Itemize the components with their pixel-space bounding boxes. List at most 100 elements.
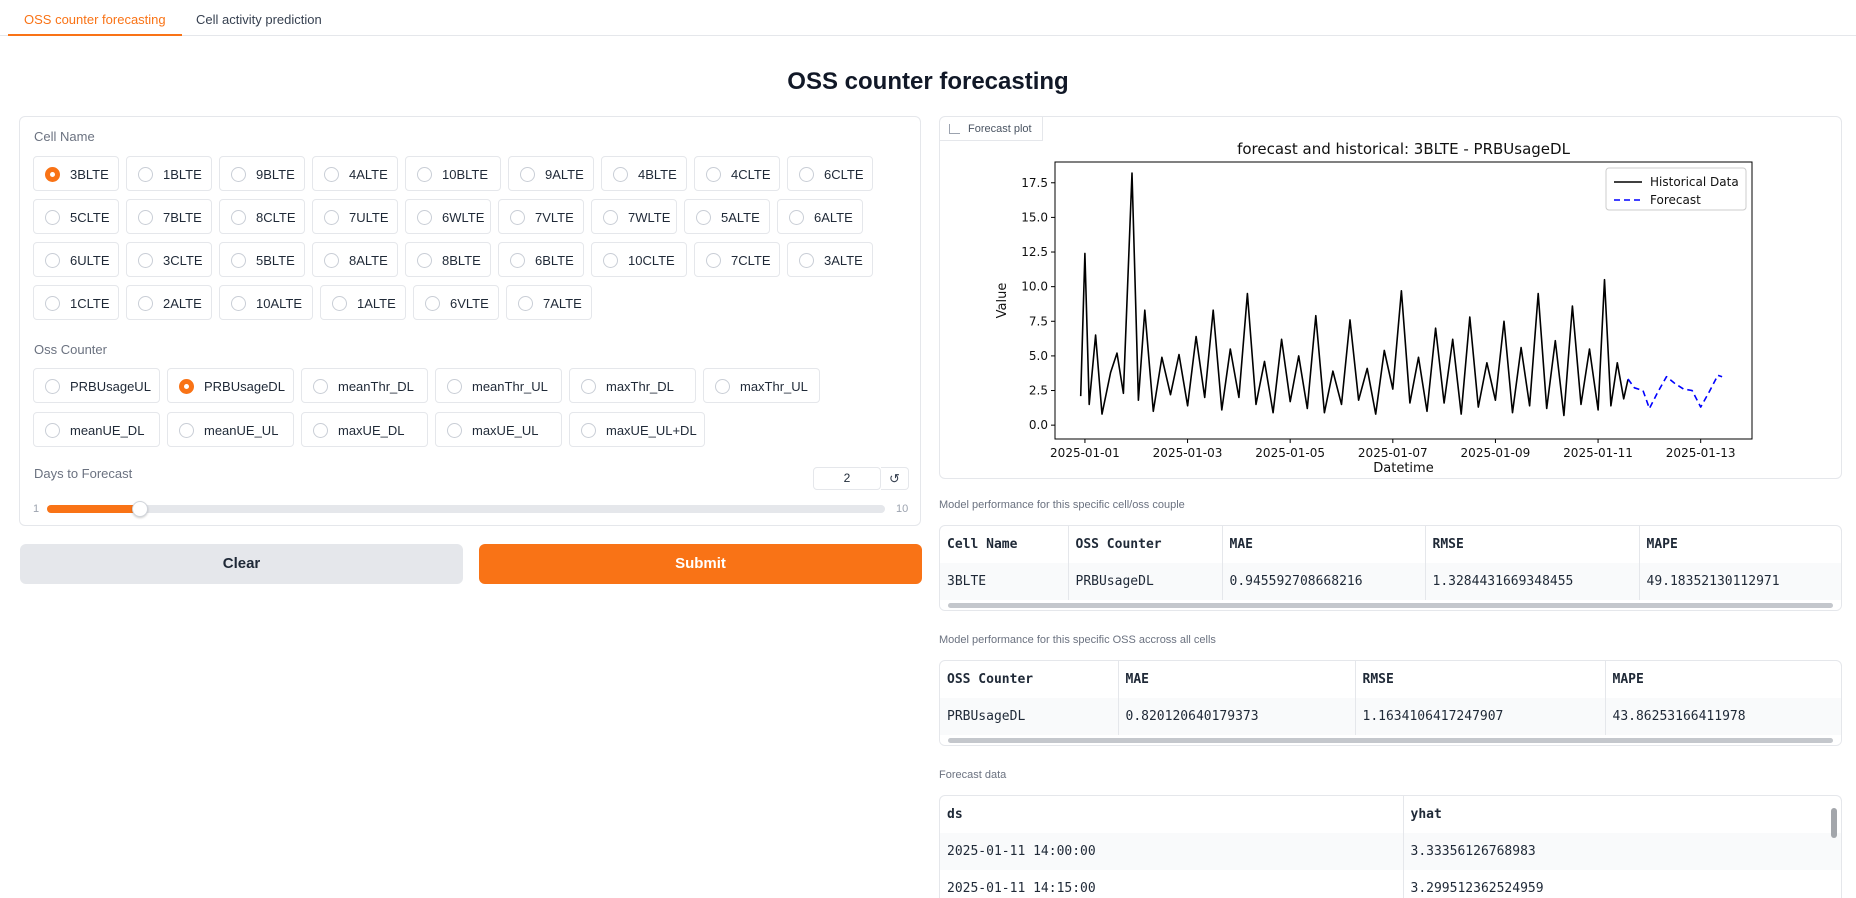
radio-circle[interactable] — [417, 210, 432, 225]
column-header[interactable]: OSS Counter — [940, 661, 1119, 698]
radio-circle[interactable] — [706, 253, 721, 268]
oss-counter-radio-maxthr-ul[interactable]: maxThr_UL — [703, 368, 820, 403]
cell-name-radio-5blte[interactable]: 5BLTE — [219, 242, 305, 277]
days-to-forecast-slider[interactable] — [47, 501, 885, 517]
oss-counter-radio-meanthr-ul[interactable]: meanThr_UL — [435, 368, 562, 403]
clear-button[interactable]: Clear — [20, 544, 463, 584]
cell-name-radio-6blte[interactable]: 6BLTE — [498, 242, 584, 277]
cell-name-radio-4alte[interactable]: 4ALTE — [312, 156, 398, 191]
radio-circle[interactable] — [332, 296, 347, 311]
table-cell[interactable]: 3BLTE — [940, 563, 1069, 600]
table-cell[interactable]: 0.945592708668216 — [1222, 563, 1426, 600]
radio-circle[interactable] — [231, 296, 246, 311]
cell-name-radio-6wlte[interactable]: 6WLTE — [405, 199, 491, 234]
radio-circle[interactable] — [179, 423, 194, 438]
cell-name-radio-7clte[interactable]: 7CLTE — [694, 242, 780, 277]
cell-name-radio-10clte[interactable]: 10CLTE — [591, 242, 687, 277]
column-header[interactable]: ds — [940, 796, 1404, 833]
cell-name-radio-8blte[interactable]: 8BLTE — [405, 242, 491, 277]
cell-name-radio-7vlte[interactable]: 7VLTE — [498, 199, 584, 234]
radio-circle[interactable] — [425, 296, 440, 311]
cell-name-radio-6alte[interactable]: 6ALTE — [777, 199, 863, 234]
table-cell[interactable]: 3.33356126768983 — [1403, 833, 1841, 870]
oss-counter-radio-prbusageul[interactable]: PRBUsageUL — [33, 368, 160, 403]
column-header[interactable]: RMSE — [1425, 526, 1640, 563]
cell-name-radio-3clte[interactable]: 3CLTE — [126, 242, 212, 277]
radio-circle[interactable] — [581, 379, 596, 394]
oss-counter-radio-maxue-ul-dl[interactable]: maxUE_UL+DL — [569, 412, 705, 447]
horizontal-scrollbar[interactable] — [940, 600, 1841, 610]
table-cell[interactable]: 43.86253166411978 — [1605, 698, 1841, 735]
oss-counter-radio-meanthr-dl[interactable]: meanThr_DL — [301, 368, 428, 403]
radio-circle[interactable] — [520, 167, 535, 182]
cell-name-radio-7blte[interactable]: 7BLTE — [126, 199, 212, 234]
horizontal-scrollbar[interactable] — [940, 735, 1841, 745]
reset-icon[interactable]: ↺ — [881, 467, 909, 490]
table-cell[interactable]: 1.1634106417247907 — [1355, 698, 1606, 735]
radio-circle[interactable] — [138, 210, 153, 225]
slider-thumb[interactable] — [132, 501, 149, 517]
radio-circle[interactable] — [324, 253, 339, 268]
table-cell[interactable]: 3.299512362524959 — [1403, 870, 1841, 898]
cell-name-radio-10alte[interactable]: 10ALTE — [219, 285, 313, 320]
radio-circle[interactable] — [799, 167, 814, 182]
cell-name-radio-5clte[interactable]: 5CLTE — [33, 199, 119, 234]
cell-name-radio-3alte[interactable]: 3ALTE — [787, 242, 873, 277]
cell-name-radio-6clte[interactable]: 6CLTE — [787, 156, 873, 191]
tab-oss-counter-forecasting[interactable]: OSS counter forecasting — [8, 0, 182, 36]
cell-name-radio-6vlte[interactable]: 6VLTE — [413, 285, 499, 320]
radio-circle[interactable] — [510, 210, 525, 225]
radio-circle[interactable] — [231, 253, 246, 268]
table-cell[interactable]: 2025-01-11 14:15:00 — [940, 870, 1404, 898]
oss-counter-radio-maxthr-dl[interactable]: maxThr_DL — [569, 368, 696, 403]
table-cell[interactable]: 0.820120640179373 — [1118, 698, 1356, 735]
column-header[interactable]: MAE — [1222, 526, 1426, 563]
cell-name-radio-8clte[interactable]: 8CLTE — [219, 199, 305, 234]
radio-circle[interactable] — [313, 423, 328, 438]
cell-name-radio-10blte[interactable]: 10BLTE — [405, 156, 501, 191]
radio-circle[interactable] — [45, 253, 60, 268]
cell-name-radio-4clte[interactable]: 4CLTE — [694, 156, 780, 191]
column-header[interactable]: yhat — [1403, 796, 1841, 833]
radio-circle[interactable] — [45, 210, 60, 225]
radio-circle[interactable] — [313, 379, 328, 394]
radio-circle[interactable] — [45, 379, 60, 394]
column-header[interactable]: OSS Counter — [1068, 526, 1223, 563]
radio-circle[interactable] — [799, 253, 814, 268]
cell-name-radio-8alte[interactable]: 8ALTE — [312, 242, 398, 277]
radio-circle[interactable] — [324, 167, 339, 182]
radio-circle[interactable] — [179, 379, 194, 394]
radio-circle[interactable] — [510, 253, 525, 268]
radio-circle[interactable] — [138, 167, 153, 182]
column-header[interactable]: MAE — [1118, 661, 1356, 698]
table-cell[interactable]: 1.3284431669348455 — [1425, 563, 1640, 600]
oss-counter-radio-prbusagedl[interactable]: PRBUsageDL — [167, 368, 294, 403]
radio-circle[interactable] — [417, 167, 432, 182]
radio-circle[interactable] — [231, 167, 246, 182]
radio-circle[interactable] — [45, 167, 60, 182]
cell-name-radio-7wlte[interactable]: 7WLTE — [591, 199, 677, 234]
radio-circle[interactable] — [603, 210, 618, 225]
cell-name-radio-5alte[interactable]: 5ALTE — [684, 199, 770, 234]
radio-circle[interactable] — [138, 296, 153, 311]
cell-name-radio-1blte[interactable]: 1BLTE — [126, 156, 212, 191]
column-header[interactable]: RMSE — [1355, 661, 1606, 698]
cell-name-radio-2alte[interactable]: 2ALTE — [126, 285, 212, 320]
oss-counter-radio-meanue-dl[interactable]: meanUE_DL — [33, 412, 160, 447]
oss-counter-radio-meanue-ul[interactable]: meanUE_UL — [167, 412, 294, 447]
radio-circle[interactable] — [603, 253, 618, 268]
cell-name-radio-3blte[interactable]: 3BLTE — [33, 156, 119, 191]
cell-name-radio-7alte[interactable]: 7ALTE — [506, 285, 592, 320]
oss-counter-radio-maxue-ul[interactable]: maxUE_UL — [435, 412, 562, 447]
cell-name-radio-7ulte[interactable]: 7ULTE — [312, 199, 398, 234]
radio-circle[interactable] — [138, 253, 153, 268]
cell-name-radio-1clte[interactable]: 1CLTE — [33, 285, 119, 320]
table-cell[interactable]: 49.18352130112971 — [1639, 563, 1841, 600]
vertical-scrollbar[interactable] — [1831, 808, 1837, 838]
radio-circle[interactable] — [706, 167, 721, 182]
column-header[interactable]: Cell Name — [940, 526, 1069, 563]
radio-circle[interactable] — [447, 423, 462, 438]
radio-circle[interactable] — [324, 210, 339, 225]
radio-circle[interactable] — [789, 210, 804, 225]
tab-cell-activity-prediction[interactable]: Cell activity prediction — [180, 0, 338, 36]
